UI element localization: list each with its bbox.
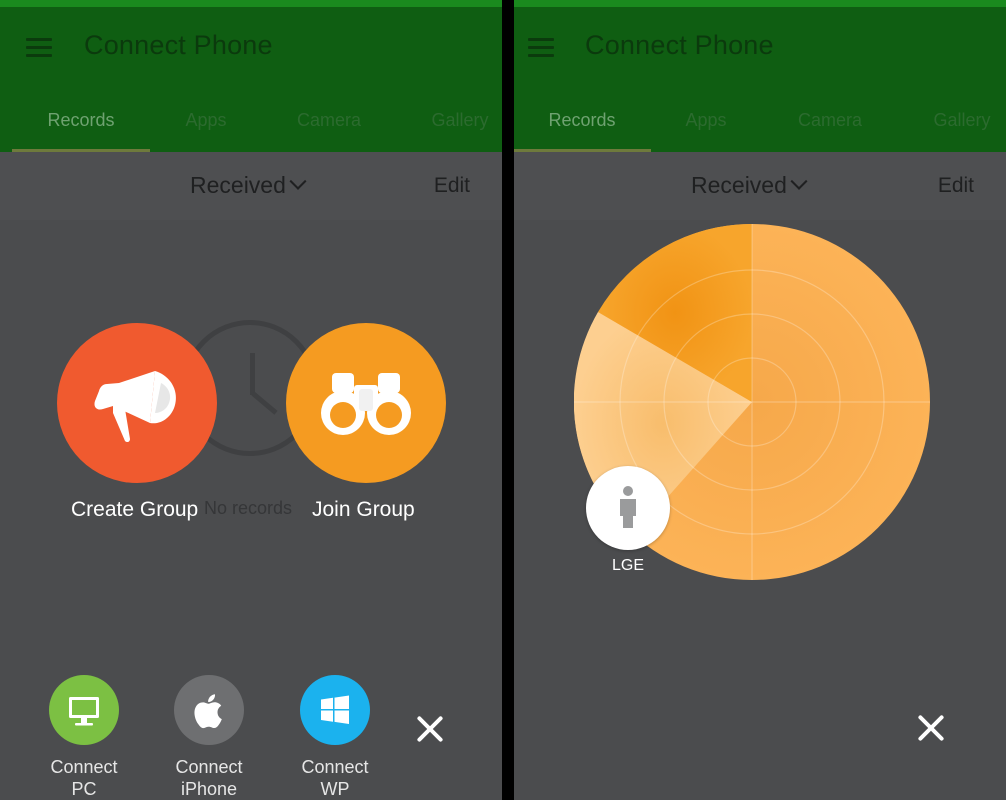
close-icon[interactable] — [415, 714, 445, 744]
monitor-icon — [69, 697, 99, 726]
megaphone-icon — [94, 371, 176, 443]
empty-state-text: No records — [204, 498, 293, 518]
connect-pc-button[interactable] — [49, 675, 119, 745]
app-bar: Connect Phone Records Apps Camera Galler… — [0, 0, 502, 152]
apple-icon — [194, 694, 222, 729]
connect-wp-label: Connect WP — [301, 757, 369, 799]
tab-gallery[interactable]: Gallery — [912, 94, 1006, 152]
person-icon — [620, 486, 636, 528]
connect-iphone-button[interactable] — [174, 675, 244, 745]
edit-button[interactable]: Edit — [938, 174, 974, 198]
tab-records[interactable]: Records — [514, 94, 650, 152]
close-icon[interactable] — [916, 713, 946, 743]
nearby-device-label: LGE — [611, 557, 644, 574]
tab-records[interactable]: Records — [12, 94, 150, 152]
received-dropdown[interactable]: Received — [691, 172, 808, 199]
binoculars-icon — [321, 373, 411, 435]
tab-apps[interactable]: Apps — [150, 94, 262, 152]
app-title: Connect Phone — [585, 30, 774, 60]
tab-gallery[interactable]: Gallery — [410, 94, 502, 152]
windows-icon — [321, 695, 349, 724]
app-bar: Connect Phone Records Apps Camera Galler… — [514, 0, 1006, 152]
tab-camera[interactable]: Camera — [762, 94, 898, 152]
status-strip — [0, 0, 502, 7]
left-screen: Connect Phone Records Apps Camera Galler… — [0, 0, 502, 800]
tab-apps[interactable]: Apps — [650, 94, 762, 152]
screenshot-root: Connect Phone Records Apps Camera Galler… — [0, 0, 1006, 800]
received-label: Received — [190, 172, 286, 198]
filter-bar: Received Edit — [514, 152, 1006, 220]
nearby-device-avatar[interactable] — [586, 466, 670, 550]
connect-pc-label: Connect PC — [50, 757, 118, 799]
received-label: Received — [691, 172, 787, 198]
screen-divider — [511, 0, 513, 800]
right-screen: Connect Phone Records Apps Camera Galler… — [514, 0, 1006, 800]
menu-icon[interactable] — [528, 38, 554, 58]
status-strip — [514, 0, 1006, 7]
create-group-label: Create Group — [71, 498, 199, 521]
join-group-button[interactable] — [286, 323, 446, 483]
create-group-button[interactable] — [57, 323, 217, 483]
chevron-down-icon — [790, 172, 808, 190]
received-dropdown[interactable]: Received — [190, 172, 307, 199]
edit-button[interactable]: Edit — [434, 174, 470, 198]
chevron-down-icon — [289, 172, 307, 190]
connect-iphone-label: Connect iPhone — [175, 757, 243, 799]
tab-camera[interactable]: Camera — [262, 94, 396, 152]
tab-bar: Records Apps Camera Gallery — [0, 94, 502, 152]
menu-icon[interactable] — [26, 38, 52, 58]
app-title: Connect Phone — [84, 30, 273, 60]
filter-bar: Received Edit — [0, 152, 502, 220]
connect-wp-button[interactable] — [300, 675, 370, 745]
join-group-label: Join Group — [312, 498, 415, 521]
tab-bar: Records Apps Camera Gallery — [514, 94, 1006, 152]
